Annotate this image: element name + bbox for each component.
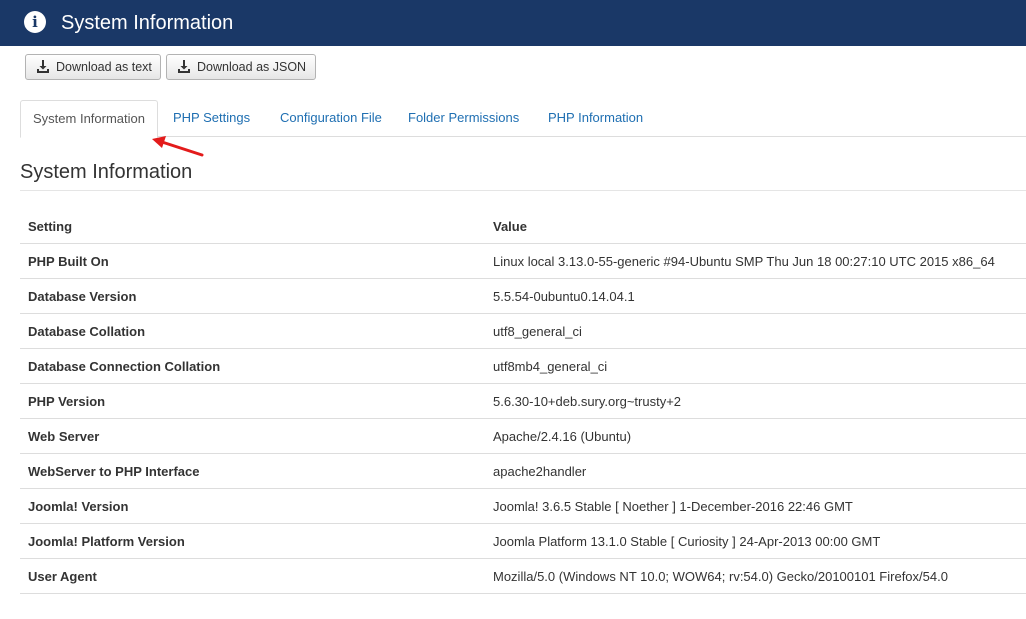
tab-bar: System Information PHP Settings Configur… — [20, 100, 1026, 138]
tab-system-information[interactable]: System Information — [20, 100, 158, 138]
value-cell: 5.6.30-10+deb.sury.org~trusty+2 — [485, 383, 1026, 419]
table-row: WebServer to PHP Interface apache2handle… — [20, 453, 1026, 489]
download-json-button[interactable]: Download as JSON — [166, 54, 316, 80]
setting-cell: Web Server — [20, 418, 485, 454]
value-cell: Linux local 3.13.0-55-generic #94-Ubuntu… — [485, 243, 1026, 279]
column-header-setting: Setting — [20, 209, 485, 244]
table-row: Joomla! Version Joomla! 3.6.5 Stable [ N… — [20, 488, 1026, 524]
section-title: System Information — [20, 161, 193, 183]
divider — [20, 190, 1026, 191]
red-arrow-icon — [152, 136, 204, 157]
page-header: i System Information — [0, 0, 1026, 46]
download-json-label: Download as JSON — [197, 60, 307, 74]
table-row: PHP Built On Linux local 3.13.0-55-gener… — [20, 243, 1026, 279]
table-row: Database Version 5.5.54-0ubuntu0.14.04.1 — [20, 278, 1026, 314]
setting-cell: Database Collation — [20, 313, 485, 349]
setting-cell: PHP Version — [20, 383, 485, 419]
download-text-button[interactable]: Download as text — [25, 54, 161, 80]
setting-cell: Database Connection Collation — [20, 348, 485, 384]
table-row: Database Connection Collation utf8mb4_ge… — [20, 348, 1026, 384]
setting-cell: Joomla! Platform Version — [20, 523, 485, 559]
value-cell: utf8mb4_general_ci — [485, 348, 1026, 384]
setting-cell: PHP Built On — [20, 243, 485, 279]
system-info-table: Setting Value PHP Built On Linux local 3… — [20, 209, 1026, 594]
setting-cell: Joomla! Version — [20, 488, 485, 524]
table-row: Web Server Apache/2.4.16 (Ubuntu) — [20, 418, 1026, 454]
column-header-value: Value — [485, 209, 1026, 244]
value-cell: utf8_general_ci — [485, 313, 1026, 349]
table-row: Database Collation utf8_general_ci — [20, 313, 1026, 349]
tab-configuration-file[interactable]: Configuration File — [280, 100, 382, 136]
table-row: PHP Version 5.6.30-10+deb.sury.org~trust… — [20, 383, 1026, 419]
tab-folder-permissions[interactable]: Folder Permissions — [408, 100, 519, 136]
tab-php-information[interactable]: PHP Information — [548, 100, 643, 136]
setting-cell: WebServer to PHP Interface — [20, 453, 485, 489]
setting-cell: User Agent — [20, 558, 485, 594]
download-text-label: Download as text — [56, 60, 152, 74]
download-icon — [178, 60, 190, 73]
page-title: System Information — [61, 12, 234, 34]
value-cell: Joomla! 3.6.5 Stable [ Noether ] 1-Decem… — [485, 488, 1026, 524]
value-cell: apache2handler — [485, 453, 1026, 489]
table-header-row: Setting Value — [20, 209, 1026, 244]
value-cell: Mozilla/5.0 (Windows NT 10.0; WOW64; rv:… — [485, 558, 1026, 594]
value-cell: 5.5.54-0ubuntu0.14.04.1 — [485, 278, 1026, 314]
value-cell: Apache/2.4.16 (Ubuntu) — [485, 418, 1026, 454]
download-icon — [37, 60, 49, 73]
table-row: User Agent Mozilla/5.0 (Windows NT 10.0;… — [20, 558, 1026, 594]
value-cell: Joomla Platform 13.1.0 Stable [ Curiosit… — [485, 523, 1026, 559]
info-icon: i — [24, 11, 46, 33]
setting-cell: Database Version — [20, 278, 485, 314]
tab-php-settings[interactable]: PHP Settings — [173, 100, 250, 136]
table-row: Joomla! Platform Version Joomla Platform… — [20, 523, 1026, 559]
